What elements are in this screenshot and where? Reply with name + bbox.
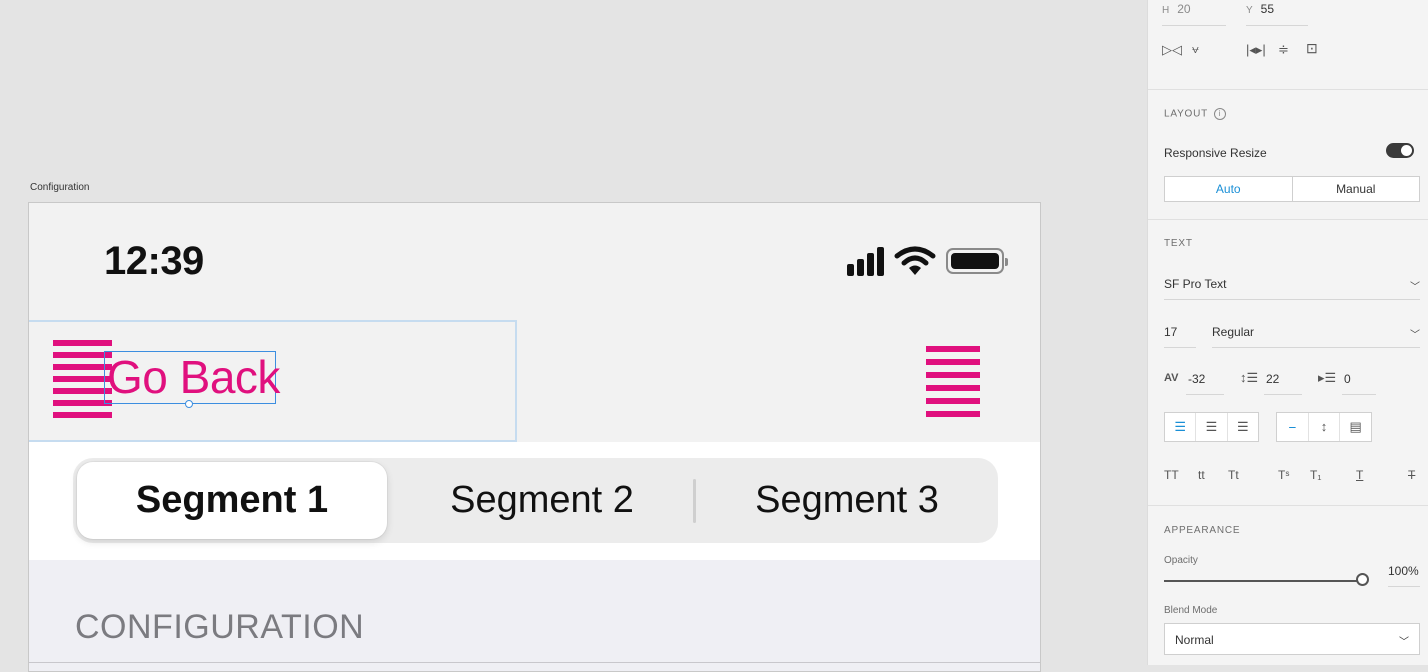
subscript-icon[interactable]: T₁ bbox=[1310, 468, 1321, 482]
blend-mode-select[interactable]: Normal ﹀ bbox=[1164, 623, 1420, 655]
align-right-icon[interactable]: ☰ bbox=[1228, 413, 1258, 441]
character-spacing-field[interactable]: -32 bbox=[1188, 372, 1205, 386]
resize-mode-control[interactable]: Auto Manual bbox=[1164, 176, 1420, 202]
flip-horizontal-icon[interactable]: ▷◁ bbox=[1162, 42, 1182, 58]
text-section-title: TEXT bbox=[1164, 238, 1193, 249]
responsive-resize-toggle[interactable] bbox=[1386, 143, 1414, 158]
resize-mode-auto[interactable]: Auto bbox=[1165, 177, 1293, 201]
align-center-icon[interactable]: ☰ bbox=[1196, 413, 1228, 441]
font-weight-select[interactable]: Regular bbox=[1212, 325, 1254, 339]
artboard[interactable]: 12:39 Go Back Segment 1 Segment 2 Segmen… bbox=[28, 202, 1041, 672]
y-field[interactable]: Y 55 bbox=[1246, 2, 1274, 16]
distribute-vertical-icon[interactable]: ≑ bbox=[1278, 42, 1289, 58]
status-time: 12:39 bbox=[104, 239, 204, 283]
distribute-horizontal-icon[interactable]: |◂▸| bbox=[1246, 42, 1266, 58]
blend-mode-value: Normal bbox=[1175, 633, 1214, 647]
segment-1[interactable]: Segment 1 bbox=[77, 462, 387, 539]
segment-band: Segment 1 Segment 2 Segment 3 bbox=[29, 442, 1040, 560]
paragraph-spacing-icon: ▸☰ bbox=[1318, 370, 1337, 385]
blend-mode-label: Blend Mode bbox=[1164, 605, 1218, 616]
character-spacing-icon: AV bbox=[1164, 372, 1179, 384]
navigation-bar: Go Back bbox=[29, 320, 1040, 442]
paragraph-spacing-field[interactable]: 0 bbox=[1344, 372, 1351, 386]
property-inspector: H 20 Y 55 ▷◁ ⩝ |◂▸| ≑ ⊡ LAYOUT i Responsive… bbox=[1147, 0, 1428, 665]
wifi-icon bbox=[894, 246, 936, 275]
cellular-signal-icon bbox=[847, 246, 884, 276]
point-text-icon[interactable]: ⎯ bbox=[1277, 413, 1309, 441]
line-spacing-icon: ↕☰ bbox=[1240, 370, 1259, 385]
menu-icon-right[interactable] bbox=[926, 346, 980, 417]
chevron-down-icon[interactable]: ﹀ bbox=[1410, 326, 1420, 341]
resize-handle[interactable] bbox=[185, 400, 193, 408]
section-header: CONFIGURATION bbox=[75, 608, 365, 646]
chevron-down-icon: ﹀ bbox=[1399, 637, 1409, 648]
info-icon[interactable]: i bbox=[1214, 108, 1227, 120]
responsive-resize-label: Responsive Resize bbox=[1164, 146, 1267, 160]
opacity-slider-knob[interactable] bbox=[1356, 573, 1369, 586]
distribute-spacing-icon[interactable]: ⊡ bbox=[1306, 40, 1318, 57]
underline-icon[interactable]: T bbox=[1356, 468, 1363, 482]
resize-mode-manual[interactable]: Manual bbox=[1293, 177, 1420, 201]
height-field[interactable]: H 20 bbox=[1162, 2, 1191, 16]
auto-height-text-icon[interactable]: ↕ bbox=[1309, 413, 1341, 441]
segmented-control[interactable]: Segment 1 Segment 2 Segment 3 bbox=[73, 458, 998, 543]
segment-2[interactable]: Segment 2 bbox=[391, 458, 693, 543]
text-box-type-group[interactable]: ⎯ ↕ ▤ bbox=[1276, 412, 1372, 442]
titlecase-button[interactable]: Tt bbox=[1228, 468, 1239, 482]
layout-section-title: LAYOUT i bbox=[1164, 108, 1227, 120]
section-divider bbox=[29, 662, 1040, 663]
appearance-section-title: APPEARANCE bbox=[1164, 525, 1241, 536]
strikethrough-icon[interactable]: T bbox=[1408, 468, 1415, 482]
chevron-down-icon[interactable]: ﹀ bbox=[1410, 278, 1420, 293]
status-icons bbox=[847, 245, 1008, 277]
opacity-value[interactable]: 100% bbox=[1388, 564, 1419, 578]
lowercase-button[interactable]: tt bbox=[1198, 468, 1205, 482]
battery-icon bbox=[946, 248, 1008, 274]
uppercase-button[interactable]: TT bbox=[1164, 468, 1179, 482]
font-family-select[interactable]: SF Pro Text bbox=[1164, 277, 1226, 291]
text-align-group[interactable]: ☰ ☰ ☰ bbox=[1164, 412, 1259, 442]
fixed-size-text-icon[interactable]: ▤ bbox=[1340, 413, 1371, 441]
flip-vertical-icon[interactable]: ⩝ bbox=[1192, 42, 1199, 57]
line-spacing-field[interactable]: 22 bbox=[1266, 372, 1279, 386]
opacity-slider-track[interactable] bbox=[1164, 580, 1364, 582]
go-back-text[interactable]: Go Back bbox=[104, 351, 280, 408]
segment-3[interactable]: Segment 3 bbox=[696, 458, 998, 543]
opacity-label: Opacity bbox=[1164, 555, 1198, 566]
go-back-label: Go Back bbox=[107, 351, 280, 403]
list-section: CONFIGURATION bbox=[29, 560, 1040, 671]
font-size-field[interactable]: 17 bbox=[1164, 325, 1177, 339]
superscript-icon[interactable]: Tˢ bbox=[1278, 468, 1289, 482]
align-left-icon[interactable]: ☰ bbox=[1165, 413, 1197, 441]
artboard-label[interactable]: Configuration bbox=[30, 182, 89, 193]
